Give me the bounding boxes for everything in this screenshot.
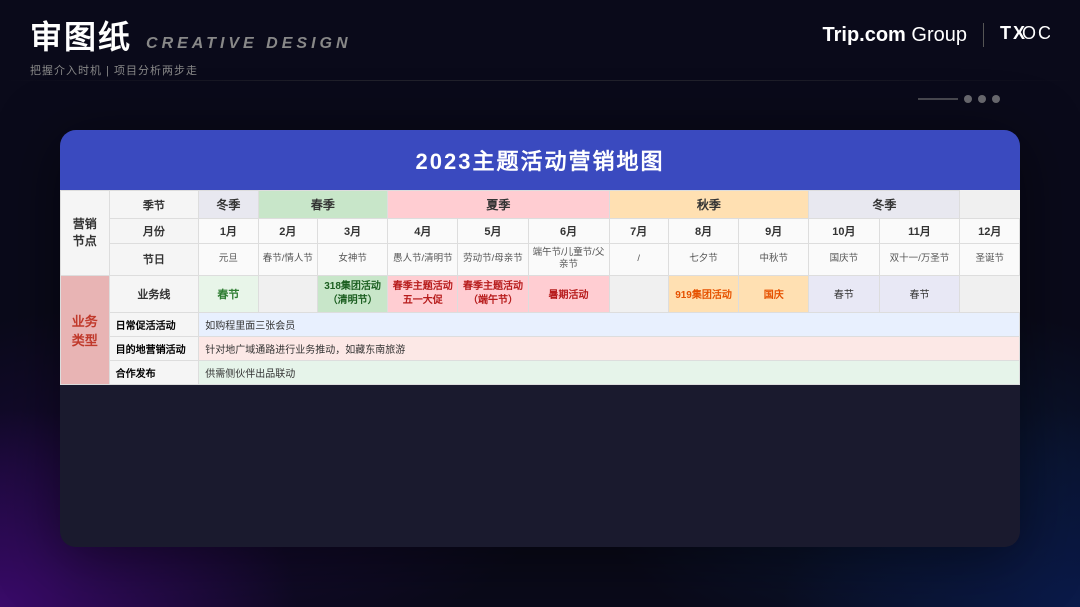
holiday-11: 双十一/万圣节 [879, 244, 960, 276]
header: 审图纸 CREATIVE DESIGN Trip.com Group TX OC [0, 0, 1080, 70]
info-label-dest: 目的地营销活动 [109, 336, 199, 360]
holiday-10: 国庆节 [809, 244, 879, 276]
act-919: 919集团活动 [668, 275, 738, 312]
holiday-8: 七夕节 [668, 244, 738, 276]
subtitle-bar: 把握介入时机 | 项目分析两步走 [30, 62, 198, 78]
month-11: 11月 [879, 219, 960, 244]
activity-row: 业务类型 业务线 春节 318集团活动（清明节） 春季主题活动五一大促 春季主题… [61, 275, 1020, 312]
card-header: 2023主题活动营销地图 [60, 130, 1020, 190]
info-content-dest: 针对地广域通路进行业务推动，如藏东南旅游 [199, 336, 1020, 360]
season-winter-right: 冬季 [809, 191, 960, 219]
page-subtitle: CREATIVE DESIGN [146, 35, 352, 53]
header-cell-season: 季节 [109, 191, 199, 219]
header-cell-bizline: 业务线 [109, 275, 199, 312]
svg-text:OC: OC [1022, 23, 1050, 43]
header-divider [983, 23, 984, 47]
season-spring: 春季 [258, 191, 388, 219]
marketing-table: 营销节点 季节 冬季 春季 夏季 秋季 冬季 月份 1月 2月 3月 4月 5月… [60, 190, 1020, 385]
deco-dots [918, 95, 1000, 103]
header-cell-month: 月份 [109, 219, 199, 244]
header-left: 审图纸 CREATIVE DESIGN [30, 12, 352, 58]
holiday-9: 中秋节 [739, 244, 809, 276]
card-title: 2023主题活动营销地图 [416, 149, 665, 174]
month-3: 3月 [318, 219, 388, 244]
holiday-7: / [609, 244, 668, 276]
holiday-12: 圣诞节 [960, 244, 1020, 276]
month-1: 1月 [199, 219, 258, 244]
holiday-2: 春节/情人节 [258, 244, 317, 276]
brand-logo: TX OC [1000, 20, 1050, 50]
act-spring-festival-1: 春节 [199, 275, 258, 312]
act-318: 318集团活动（清明节） [318, 275, 388, 312]
act-feb-empty [258, 275, 317, 312]
month-2: 2月 [258, 219, 317, 244]
season-row: 营销节点 季节 冬季 春季 夏季 秋季 冬季 [61, 191, 1020, 219]
month-9: 9月 [739, 219, 809, 244]
season-summer: 夏季 [388, 191, 609, 219]
table-wrap: 营销节点 季节 冬季 春季 夏季 秋季 冬季 月份 1月 2月 3月 4月 5月… [60, 190, 1020, 385]
month-10: 10月 [809, 219, 879, 244]
act-summer-holiday: 暑期活动 [528, 275, 609, 312]
info-label-coop: 合作发布 [109, 360, 199, 384]
deco-dot-1 [964, 95, 972, 103]
act-spring-winter-1: 春节 [809, 275, 879, 312]
info-content-coop: 供需侧伙伴出品联动 [199, 360, 1020, 384]
act-spring-winter-2: 春节 [879, 275, 960, 312]
month-6: 6月 [528, 219, 609, 244]
holiday-6: 端午节/儿童节/父亲节 [528, 244, 609, 276]
act-national-day: 国庆 [739, 275, 809, 312]
header-right: Trip.com Group TX OC [822, 20, 1050, 50]
header-rule [0, 80, 1080, 81]
daily-promo-row: 日常促活活动 如购程里面三张会员 [61, 312, 1020, 336]
header-cell-holiday: 节日 [109, 244, 199, 276]
season-winter-left: 冬季 [199, 191, 258, 219]
month-7: 7月 [609, 219, 668, 244]
card-bottom-fade [60, 507, 1020, 547]
act-dragon-boat: 春季主题活动（端午节） [458, 275, 528, 312]
category-label-biz: 业务类型 [61, 275, 110, 384]
dest-marketing-row: 目的地营销活动 针对地广域通路进行业务推动，如藏东南旅游 [61, 336, 1020, 360]
main-card: 2023主题活动营销地图 [60, 130, 1020, 547]
header-cell-marketing: 营销节点 [61, 191, 110, 276]
act-aug-empty [609, 275, 668, 312]
coop-row: 合作发布 供需侧伙伴出品联动 [61, 360, 1020, 384]
deco-dot-3 [992, 95, 1000, 103]
month-8: 8月 [668, 219, 738, 244]
month-row: 月份 1月 2月 3月 4月 5月 6月 7月 8月 9月 10月 11月 12… [61, 219, 1020, 244]
season-autumn: 秋季 [609, 191, 809, 219]
brand-name: Trip.com Group [822, 24, 967, 47]
holiday-1: 元旦 [199, 244, 258, 276]
deco-dot-2 [978, 95, 986, 103]
info-content-daily: 如购程里面三张会员 [199, 312, 1020, 336]
info-label-daily: 日常促活活动 [109, 312, 199, 336]
month-5: 5月 [458, 219, 528, 244]
holiday-4: 愚人节/清明节 [388, 244, 458, 276]
page-title: 审图纸 [30, 12, 132, 58]
holiday-3: 女神节 [318, 244, 388, 276]
month-4: 4月 [388, 219, 458, 244]
act-big-promo: 春季主题活动五一大促 [388, 275, 458, 312]
holiday-row: 节日 元旦 春节/情人节 女神节 愚人节/清明节 劳动节/母亲节 端午节/儿童节… [61, 244, 1020, 276]
deco-line [918, 98, 958, 100]
month-12: 12月 [960, 219, 1020, 244]
holiday-5: 劳动节/母亲节 [458, 244, 528, 276]
